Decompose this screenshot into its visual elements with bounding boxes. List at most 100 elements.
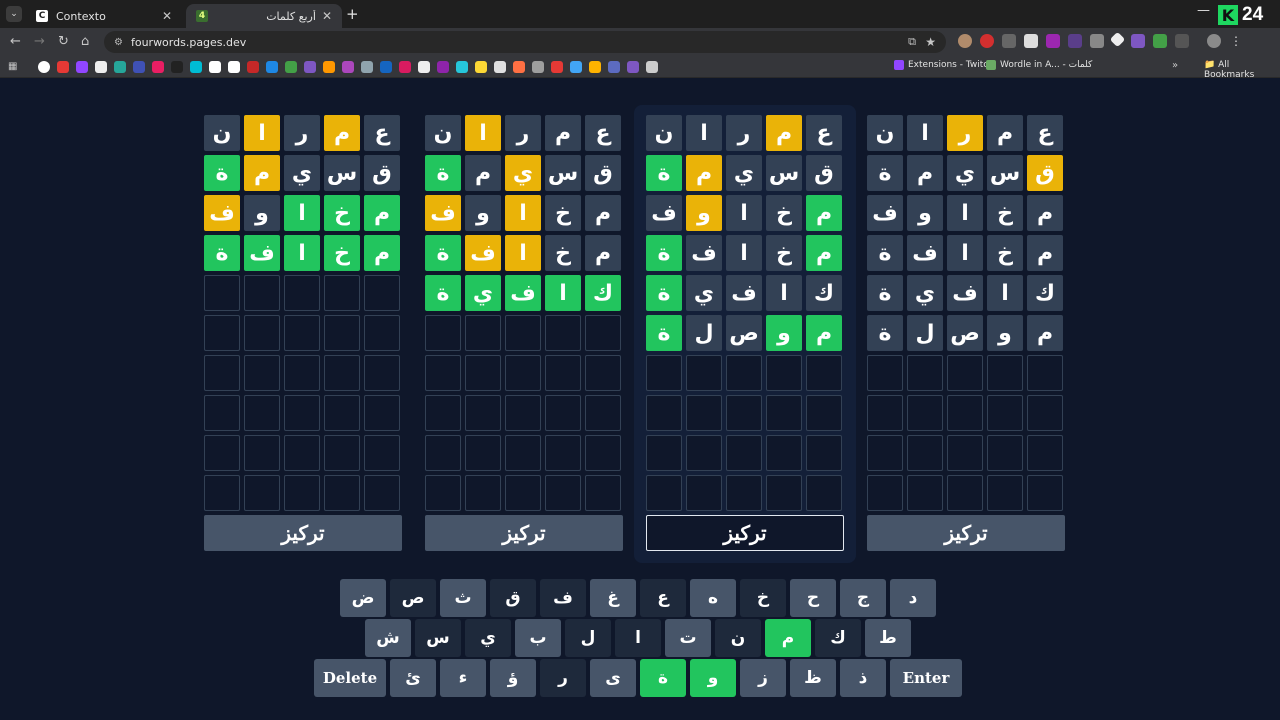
install-app-icon[interactable]: ⧉ <box>908 35 916 49</box>
bookmark-icon[interactable] <box>627 61 639 73</box>
minimize-icon[interactable]: — <box>1197 3 1210 18</box>
extension-icon[interactable] <box>980 34 994 48</box>
key-letter[interactable]: و <box>690 659 736 697</box>
all-bookmarks-button[interactable]: 📁 All Bookmarks <box>1204 60 1280 80</box>
bookmark-icon[interactable] <box>456 61 468 73</box>
key-letter[interactable]: م <box>765 619 811 657</box>
key-letter[interactable]: د <box>890 579 936 617</box>
key-letter[interactable]: ج <box>840 579 886 617</box>
site-info-icon[interactable]: ⚙ <box>114 37 123 48</box>
bookmark-icon[interactable] <box>95 61 107 73</box>
bookmark-icon[interactable] <box>76 61 88 73</box>
reload-icon[interactable]: ↻ <box>58 34 69 49</box>
key-letter[interactable]: س <box>415 619 461 657</box>
extension-icon[interactable] <box>1068 34 1082 48</box>
delete-key[interactable]: Delete <box>314 659 386 697</box>
bookmark-icon[interactable] <box>171 61 183 73</box>
key-letter[interactable]: ض <box>340 579 386 617</box>
bookmark-icon[interactable] <box>57 61 69 73</box>
address-bar[interactable]: ⚙ fourwords.pages.dev ⧉ ★ <box>104 31 946 53</box>
bookmark-icon[interactable] <box>285 61 297 73</box>
bookmark-icon[interactable] <box>551 61 563 73</box>
twitch-icon[interactable] <box>1131 34 1145 48</box>
key-letter[interactable]: ر <box>540 659 586 697</box>
bookmark-icon[interactable] <box>323 61 335 73</box>
key-letter[interactable]: ي <box>465 619 511 657</box>
key-letter[interactable]: ب <box>515 619 561 657</box>
bookmark-icon[interactable] <box>38 61 50 73</box>
back-icon[interactable]: ← <box>10 34 21 49</box>
key-letter[interactable]: ط <box>865 619 911 657</box>
bookmark-icon[interactable] <box>437 61 449 73</box>
tab-search-button[interactable]: ⌄ <box>6 6 22 22</box>
bookmark-icon[interactable] <box>304 61 316 73</box>
bookmark-icon[interactable] <box>532 61 544 73</box>
extensions-puzzle-icon[interactable] <box>1175 34 1189 48</box>
focus-button[interactable]: تركيز <box>867 515 1065 551</box>
bookmark-icon[interactable] <box>228 61 240 73</box>
tab-fourwords[interactable]: 4 أربع كلمات ✕ <box>186 4 342 28</box>
key-letter[interactable]: ذ <box>840 659 886 697</box>
key-letter[interactable]: ح <box>790 579 836 617</box>
bookmark-icon[interactable] <box>209 61 221 73</box>
shield-icon[interactable] <box>1024 34 1038 48</box>
forward-icon[interactable]: → <box>34 34 45 49</box>
key-letter[interactable]: خ <box>740 579 786 617</box>
bookmark-icon[interactable] <box>380 61 392 73</box>
key-letter[interactable]: ه <box>690 579 736 617</box>
extension-icon[interactable] <box>958 34 972 48</box>
bookmark-icon[interactable] <box>475 61 487 73</box>
extension-icon[interactable] <box>1046 34 1060 48</box>
key-letter[interactable]: ظ <box>790 659 836 697</box>
bookmark-icon[interactable] <box>266 61 278 73</box>
bookmark-icon[interactable] <box>152 61 164 73</box>
bookmark-icon[interactable] <box>589 61 601 73</box>
key-letter[interactable]: ئ <box>390 659 436 697</box>
bookmark-icon[interactable] <box>114 61 126 73</box>
key-letter[interactable]: ش <box>365 619 411 657</box>
bookmark-wordle[interactable]: Wordle in A... - كلمات <box>986 60 1092 70</box>
focus-button[interactable]: تركيز <box>425 515 623 551</box>
extension-icon[interactable] <box>1002 34 1016 48</box>
close-tab-icon[interactable]: ✕ <box>162 9 172 23</box>
extension-icon[interactable] <box>1109 31 1126 48</box>
bookmark-icon[interactable] <box>342 61 354 73</box>
key-letter[interactable]: ى <box>590 659 636 697</box>
key-letter[interactable]: ة <box>640 659 686 697</box>
key-letter[interactable]: ف <box>540 579 586 617</box>
key-letter[interactable]: ل <box>565 619 611 657</box>
bookmark-icon[interactable] <box>646 61 658 73</box>
bookmark-icon[interactable] <box>247 61 259 73</box>
apps-grid-icon[interactable]: ▦ <box>8 61 17 72</box>
home-icon[interactable]: ⌂ <box>81 34 89 49</box>
bookmark-icon[interactable] <box>190 61 202 73</box>
key-letter[interactable]: ث <box>440 579 486 617</box>
tab-contexto[interactable]: C Contexto ✕ <box>26 4 182 28</box>
key-letter[interactable]: ص <box>390 579 436 617</box>
enter-key[interactable]: Enter <box>890 659 962 697</box>
new-tab-icon[interactable]: + <box>346 5 359 23</box>
key-letter[interactable]: غ <box>590 579 636 617</box>
bookmark-icon[interactable] <box>570 61 582 73</box>
bookmark-icon[interactable] <box>361 61 373 73</box>
bookmark-icon[interactable] <box>494 61 506 73</box>
menu-kebab-icon[interactable]: ⋮ <box>1229 34 1243 48</box>
bookmark-extensions-twitch[interactable]: Extensions - Twitch <box>894 60 994 70</box>
bookmark-icon[interactable] <box>418 61 430 73</box>
key-letter[interactable]: ز <box>740 659 786 697</box>
close-tab-icon[interactable]: ✕ <box>322 9 332 23</box>
key-letter[interactable]: ء <box>440 659 486 697</box>
bookmark-icon[interactable] <box>608 61 620 73</box>
extension-icon[interactable] <box>1153 34 1167 48</box>
profile-avatar[interactable] <box>1207 34 1221 48</box>
key-letter[interactable]: ق <box>490 579 536 617</box>
key-letter[interactable]: ع <box>640 579 686 617</box>
key-letter[interactable]: ن <box>715 619 761 657</box>
bookmark-icon[interactable] <box>133 61 145 73</box>
bookmark-icon[interactable] <box>513 61 525 73</box>
focus-button[interactable]: تركيز <box>204 515 402 551</box>
key-letter[interactable]: ا <box>615 619 661 657</box>
bookmark-icon[interactable] <box>399 61 411 73</box>
key-letter[interactable]: ت <box>665 619 711 657</box>
key-letter[interactable]: ك <box>815 619 861 657</box>
